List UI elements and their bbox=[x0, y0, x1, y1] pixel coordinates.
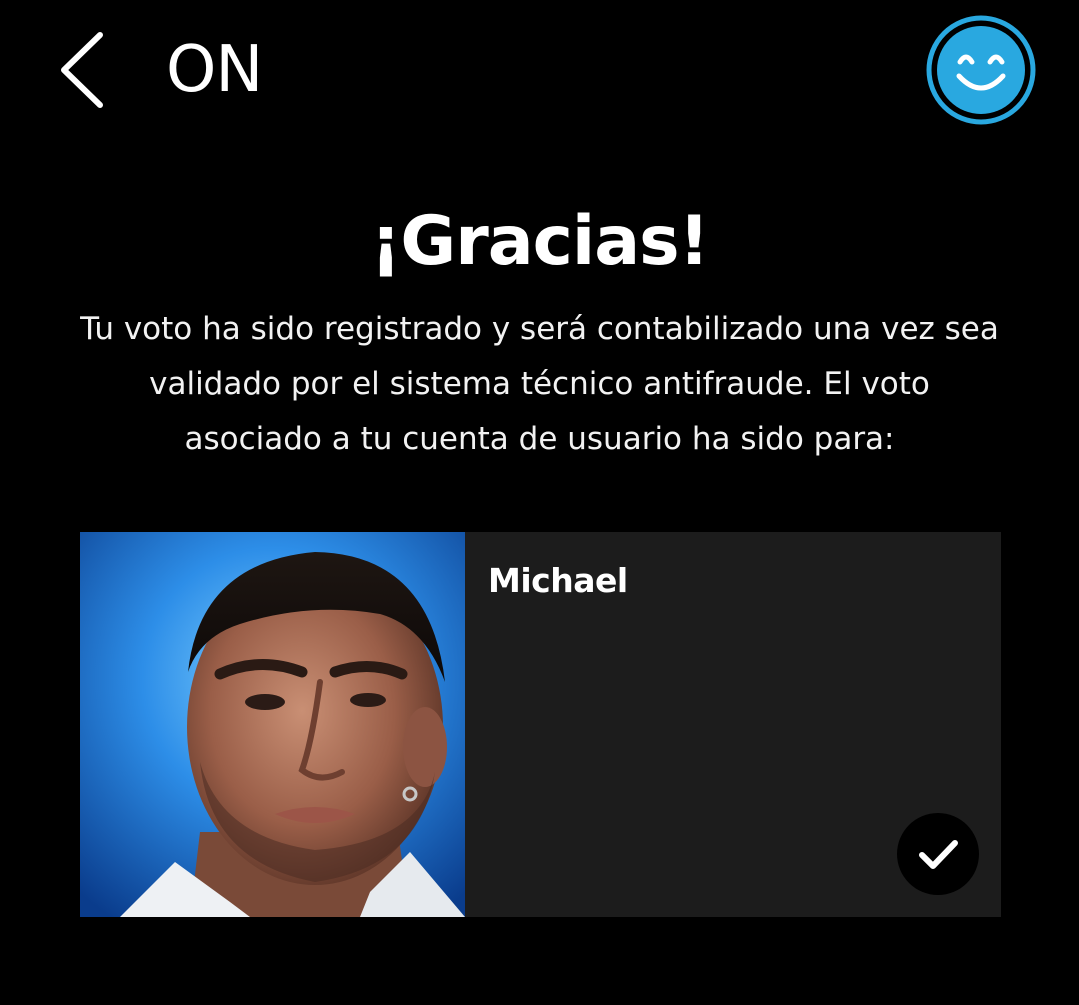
candidate-card[interactable]: Michael bbox=[80, 532, 1001, 917]
brand-logo: ON bbox=[166, 33, 263, 107]
message-line: asociado a tu cuenta de usuario ha sido … bbox=[184, 421, 895, 457]
back-button[interactable] bbox=[50, 25, 120, 115]
candidate-name: Michael bbox=[488, 561, 628, 600]
smiley-face-icon bbox=[926, 15, 1036, 125]
message-line: validado por el sistema técnico antifrau… bbox=[149, 366, 930, 402]
confirmation-message: Tu voto ha sido registrado y será contab… bbox=[30, 302, 1049, 467]
page-title: ¡Gracias! bbox=[370, 202, 709, 281]
chevron-left-icon bbox=[61, 32, 103, 108]
profile-button[interactable] bbox=[925, 14, 1037, 126]
message-line: Tu voto ha sido registrado y será contab… bbox=[80, 311, 999, 347]
selected-badge bbox=[897, 813, 979, 895]
candidate-photo bbox=[80, 532, 465, 917]
checkmark-icon bbox=[919, 840, 958, 869]
